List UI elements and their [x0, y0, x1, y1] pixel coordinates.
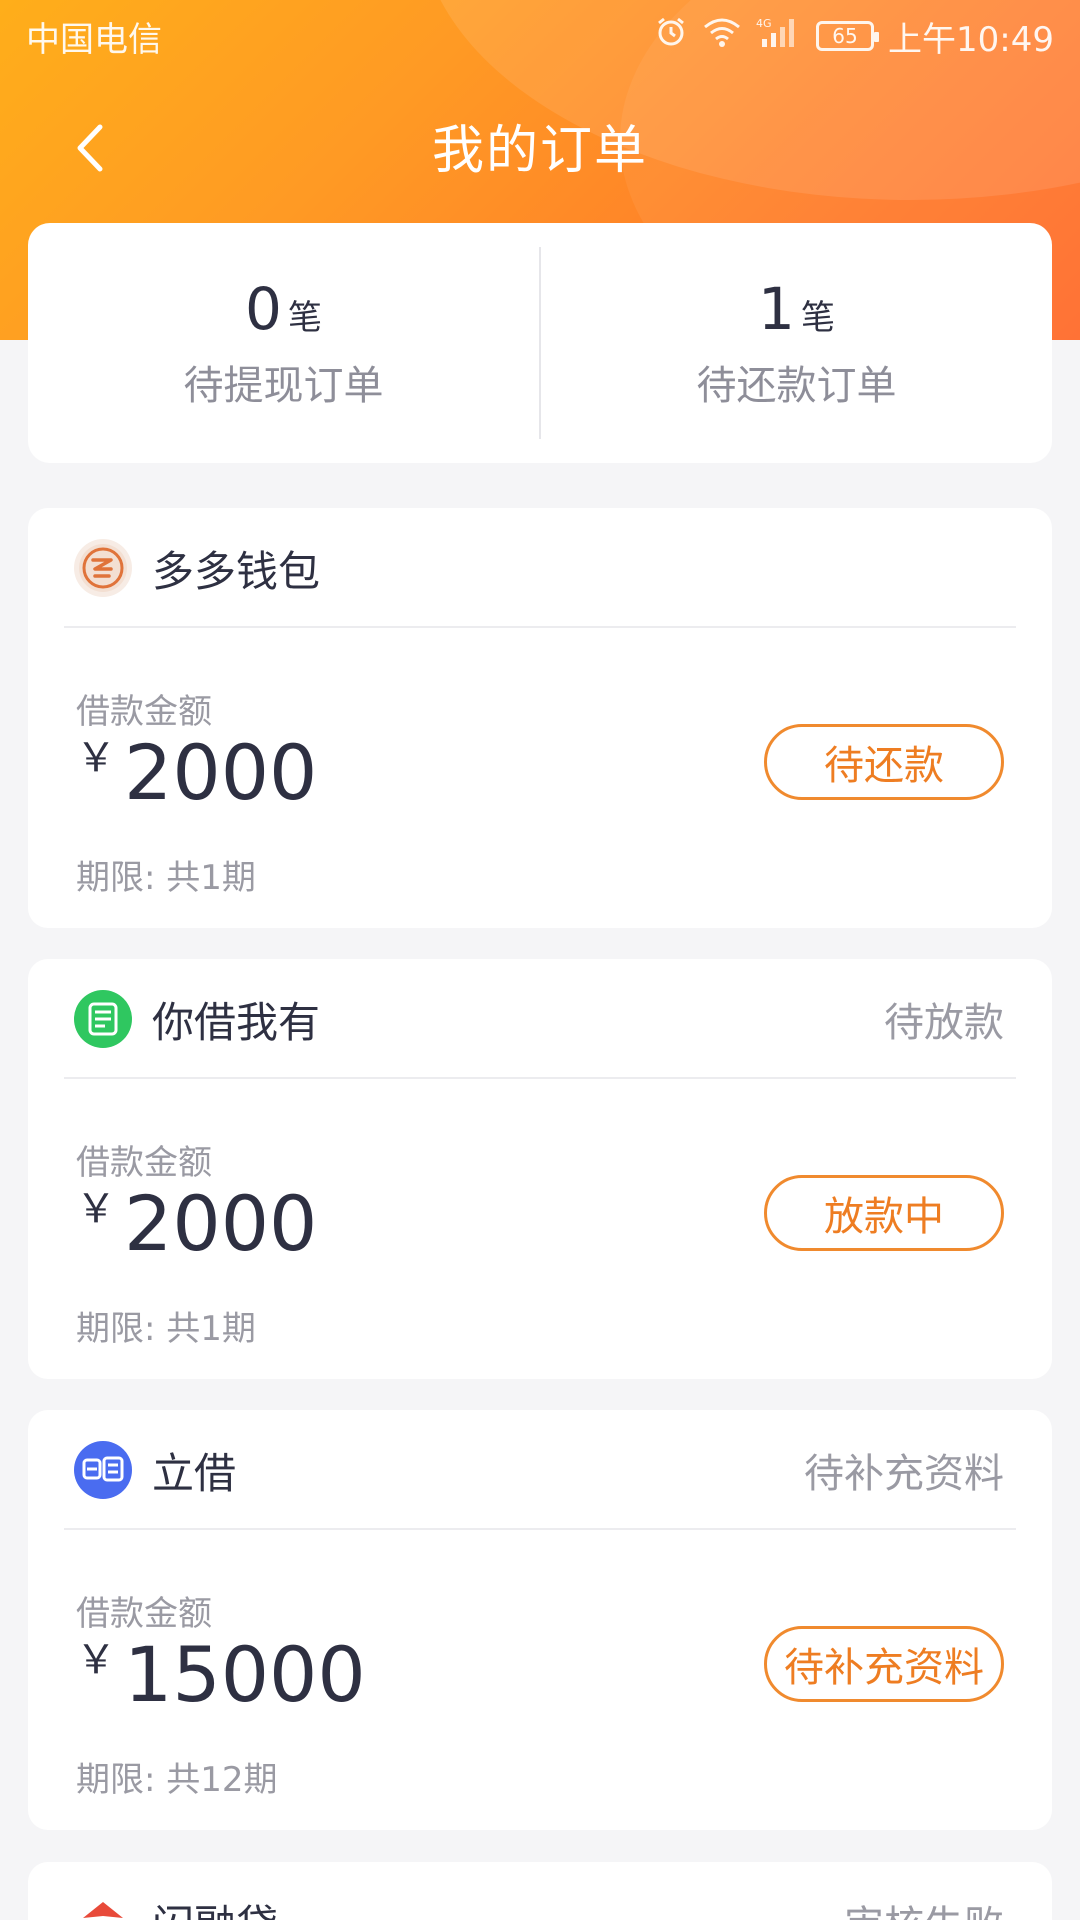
cellular-signal-icon: 4G [756, 15, 802, 58]
loan-amount: ￥ 2000 [76, 1179, 317, 1268]
order-status: 审核失败 [844, 1893, 1004, 1920]
order-card[interactable]: 闪融贷 审核失败 [28, 1862, 1052, 1920]
currency-symbol: ￥ [76, 1186, 116, 1232]
app-name: 闪融贷 [152, 1892, 844, 1920]
pending-repay-label: 待还款订单 [696, 363, 897, 409]
order-card-header: 立借 待补充资料 [28, 1410, 1052, 1530]
app-name: 你借我有 [152, 997, 321, 1047]
pending-withdraw-count-line: 0 笔 [245, 275, 322, 343]
lijie-logo-icon [74, 1441, 132, 1499]
pending-withdraw-count: 0 [245, 275, 282, 343]
app-name: 立借 [152, 1448, 237, 1498]
supplement-info-button[interactable]: 待补充资料 [764, 1626, 1004, 1702]
disbursing-button[interactable]: 放款中 [764, 1175, 1004, 1251]
nijiewoyou-logo-icon [74, 990, 132, 1048]
status-bar: 中国电信 4G 65 上午10:49 [0, 0, 1080, 72]
currency-symbol: ￥ [76, 1637, 116, 1683]
carrier-label: 中国电信 [26, 19, 162, 60]
battery-icon: 65 [816, 21, 880, 51]
duoduo-wallet-logo-icon [74, 539, 132, 597]
wifi-icon [702, 16, 742, 57]
pending-repay-count-line: 1 笔 [758, 275, 835, 343]
amount-value: 2000 [124, 728, 318, 817]
pending-repay-unit: 笔 [800, 298, 835, 338]
network-type-label: 4G [756, 17, 772, 30]
order-card-body: 借款金额 ￥ 2000 期限: 共1期 放款中 [28, 1079, 1052, 1379]
pending-repay-count: 1 [758, 275, 795, 343]
loan-term: 期限: 共1期 [76, 1309, 256, 1349]
loan-amount: ￥ 2000 [76, 728, 317, 817]
order-card-header: 闪融贷 审核失败 [28, 1862, 1052, 1920]
back-button[interactable] [60, 118, 120, 178]
order-card-header: 你借我有 待放款 [28, 959, 1052, 1079]
order-card-body: 借款金额 ￥ 2000 期限: 共1期 待还款 [28, 628, 1052, 928]
status-icons: 4G 65 上午10:49 [654, 12, 1054, 61]
loan-amount: ￥ 15000 [76, 1630, 366, 1719]
chevron-left-icon [77, 124, 103, 172]
page-title: 我的订单 [431, 120, 648, 181]
order-card[interactable]: 立借 待补充资料 借款金额 ￥ 15000 期限: 共12期 待补充资料 [28, 1410, 1052, 1830]
title-bar: 我的订单 [0, 100, 1080, 190]
app-name: 多多钱包 [152, 546, 321, 596]
pending-repay-summary[interactable]: 1 笔 待还款订单 [541, 223, 1052, 463]
loan-term: 期限: 共1期 [76, 858, 256, 898]
battery-level: 65 [832, 24, 858, 48]
order-card[interactable]: 多多钱包 借款金额 ￥ 2000 期限: 共1期 待还款 [28, 508, 1052, 928]
order-card-body: 借款金额 ￥ 15000 期限: 共12期 待补充资料 [28, 1530, 1052, 1830]
amount-value: 15000 [124, 1630, 366, 1719]
clock-label: 上午10:49 [888, 19, 1054, 60]
shanrongdai-logo-icon [74, 1893, 132, 1920]
pending-withdraw-unit: 笔 [287, 298, 322, 338]
order-summary-card: 0 笔 待提现订单 1 笔 待还款订单 [28, 223, 1052, 463]
order-card-header: 多多钱包 [28, 508, 1052, 628]
currency-symbol: ￥ [76, 735, 116, 781]
alarm-icon [654, 15, 688, 58]
pending-withdraw-summary[interactable]: 0 笔 待提现订单 [28, 223, 539, 463]
repay-button[interactable]: 待还款 [764, 724, 1004, 800]
my-orders-page: 中国电信 4G 65 上午10:49 我的订单 0 笔 待提现订单 1 笔 待还… [0, 0, 1080, 1920]
order-status: 待放款 [884, 1000, 1004, 1046]
loan-term: 期限: 共12期 [76, 1760, 278, 1800]
pending-withdraw-label: 待提现订单 [183, 363, 384, 409]
order-status: 待补充资料 [804, 1451, 1004, 1497]
amount-value: 2000 [124, 1179, 318, 1268]
order-card[interactable]: 你借我有 待放款 借款金额 ￥ 2000 期限: 共1期 放款中 [28, 959, 1052, 1379]
